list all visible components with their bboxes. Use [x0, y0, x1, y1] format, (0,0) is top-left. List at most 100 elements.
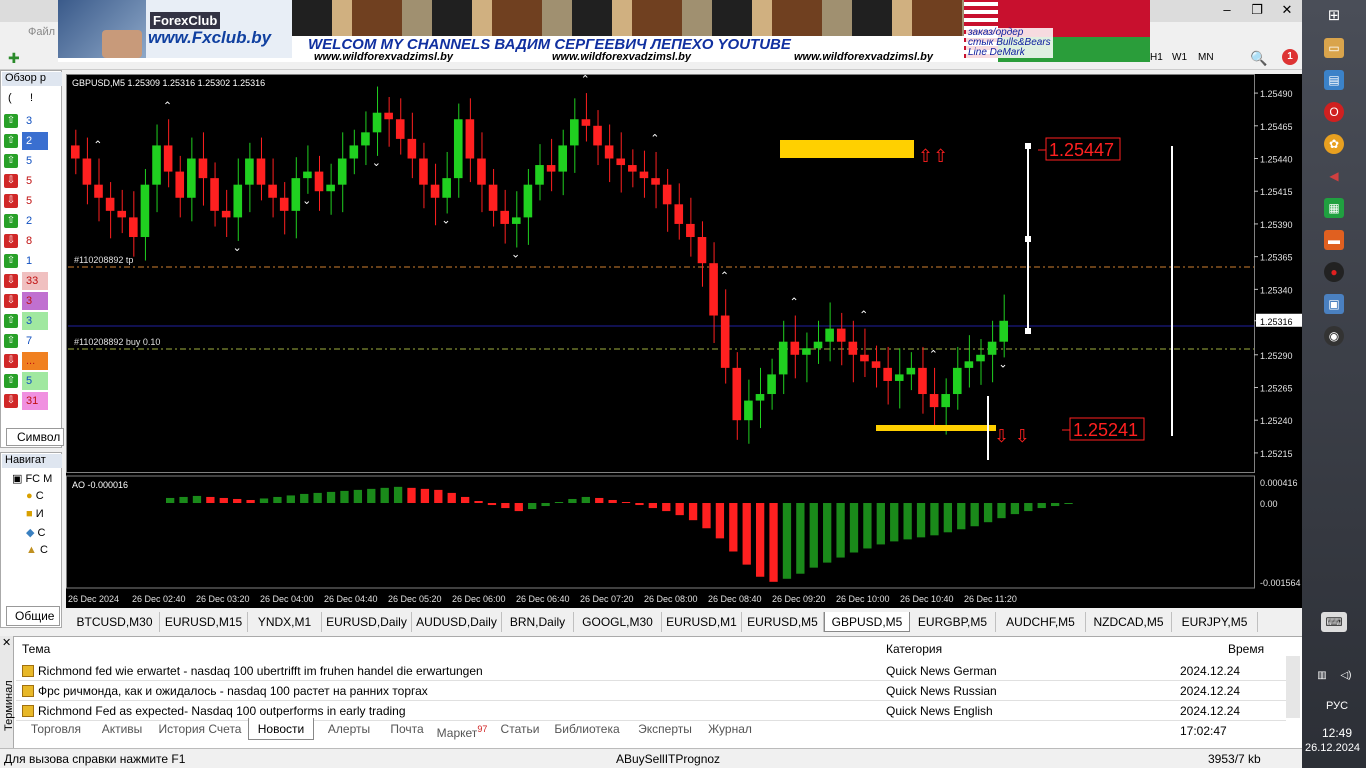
new-order-icon[interactable]: ✚	[8, 50, 20, 67]
speaker-icon[interactable]: ◀	[1324, 166, 1344, 186]
symbol-tab[interactable]: EURUSD,Daily	[322, 612, 412, 632]
candle-body	[929, 394, 939, 408]
tab-symbols[interactable]: Символ	[6, 428, 64, 446]
image-icon[interactable]: ▣	[1324, 294, 1344, 314]
symbol-tab[interactable]: NZDCAD,M5	[1086, 612, 1172, 632]
terminal-tab[interactable]: Эксперты	[628, 718, 702, 740]
col-category[interactable]: Категория	[886, 640, 942, 658]
camera-icon[interactable]: ◉	[1324, 326, 1344, 346]
windows-start-icon[interactable]: ⊞	[1324, 6, 1344, 26]
symbol-tab[interactable]: AUDCHF,M5	[996, 612, 1086, 632]
market-watch-row[interactable]: ⇧ 2	[4, 132, 58, 152]
candle-body	[303, 171, 312, 179]
market-watch-row[interactable]: ⇧ 2	[4, 212, 58, 232]
candle-body	[825, 328, 834, 342]
symbol-tab[interactable]: YNDX,M1	[248, 612, 322, 632]
app2-icon[interactable]: ▬	[1324, 230, 1344, 250]
ao-bar	[219, 497, 228, 504]
symbol-tab[interactable]: AUDUSD,Daily	[412, 612, 502, 632]
terminal-close-icon[interactable]: ✕	[2, 636, 11, 649]
news-row[interactable]: Richmond fed wie erwartet - nasdaq 100 u…	[16, 661, 1286, 698]
symbol-tab[interactable]: EURUSD,M1	[662, 612, 742, 632]
symbol-tab[interactable]: EURJPY,M5	[1172, 612, 1258, 632]
restore-button[interactable]: ❐	[1242, 2, 1272, 18]
nav-item-scripts[interactable]: ▲ С	[26, 544, 48, 562]
terminal-tab[interactable]: Новости	[248, 718, 314, 740]
clock-date[interactable]: 26.12.2024	[1305, 742, 1360, 754]
symbol-tab[interactable]: GOOGL,M30	[574, 612, 662, 632]
market-watch-row[interactable]: ⇩ 5	[4, 192, 58, 212]
ao-label: AO -0.000016	[72, 480, 128, 490]
market-watch-row[interactable]: ⇧ 3	[4, 112, 58, 132]
candle-body	[860, 354, 869, 362]
ao-bar	[916, 503, 926, 538]
market-watch-row[interactable]: ⇧ 7	[4, 332, 58, 352]
arrow-down-icon: ⇩	[4, 294, 18, 308]
ao-bar	[809, 503, 818, 568]
terminal-tab[interactable]: Алерты	[314, 718, 384, 740]
record-icon[interactable]: ●	[1324, 262, 1344, 282]
market-watch-row[interactable]: ⇩ 5	[4, 172, 58, 192]
ao-bar	[166, 497, 175, 504]
paint-icon[interactable]: ✿	[1324, 134, 1344, 154]
calculator-icon[interactable]: ▦	[1324, 198, 1344, 218]
terminal-tab[interactable]: Активы	[92, 718, 152, 740]
symbol-tab[interactable]: EURGBP,M5	[910, 612, 996, 632]
market-watch-row[interactable]: ⇩ 33	[4, 272, 58, 292]
language-indicator[interactable]: РУС	[1326, 700, 1348, 712]
network-icon[interactable]: ▥	[1312, 666, 1332, 686]
search-icon[interactable]: 🔍	[1250, 50, 1267, 67]
clock-time[interactable]: 12:49	[1322, 726, 1352, 740]
market-watch-row[interactable]: ⇧ 1	[4, 252, 58, 272]
terminal-tab[interactable]: Маркет97	[430, 718, 494, 740]
terminal-tab[interactable]: Статьи	[494, 718, 546, 740]
notification-icon[interactable]: 1	[1282, 49, 1298, 65]
market-watch-row[interactable]: ⇩ 31	[4, 392, 58, 412]
terminal-tab[interactable]: Журнал	[702, 718, 758, 740]
news-row[interactable]: Фрс ричмонда, как и ожидалось - nasdaq 1…	[16, 681, 1286, 718]
close-button[interactable]: ✕	[1272, 2, 1302, 18]
terminal-scrollbar[interactable]	[1286, 656, 1300, 718]
symbol-tab[interactable]: BRN,Daily	[502, 612, 574, 632]
nav-item-indicators[interactable]: ■ И	[26, 508, 44, 526]
market-watch-value: 3	[22, 312, 48, 330]
app-icon[interactable]: ▤	[1324, 70, 1344, 90]
timeframe-mn[interactable]: MN	[1198, 52, 1214, 63]
market-watch-row[interactable]: ⇧ 5	[4, 372, 58, 392]
keyboard-icon[interactable]: ⌨	[1321, 612, 1347, 632]
terminal-tab[interactable]: История Счета	[152, 718, 248, 740]
opera-icon[interactable]: O	[1324, 102, 1344, 122]
market-watch-row[interactable]: ⇩ 8	[4, 232, 58, 252]
symbol-tab[interactable]: EURUSD,M5	[742, 612, 824, 632]
terminal-tab[interactable]: Почта	[384, 718, 430, 740]
minimize-button[interactable]: –	[1212, 2, 1242, 17]
price-chart[interactable]: 1.25490 1.25465 1.25440 1.25415 1.25390 1.253…	[66, 74, 1302, 608]
navigator-title: Навигат	[2, 454, 62, 468]
nav-item-account[interactable]: ▣ FC M	[12, 472, 52, 490]
symbol-tab[interactable]: BTCUSD,M30	[70, 612, 160, 632]
timeframe-w1[interactable]: W1	[1172, 52, 1187, 63]
explorer-icon[interactable]: ▭	[1324, 38, 1344, 58]
terminal-tab[interactable]: Библиотека	[546, 718, 628, 740]
market-watch-row[interactable]: ⇧ 3	[4, 312, 58, 332]
symbol-tab[interactable]: GBPUSD,M5	[824, 612, 910, 632]
tab-common[interactable]: Общие	[6, 606, 60, 626]
arrow-down-icon: ⇩ ⇩	[994, 426, 1030, 447]
nav-item-experts[interactable]: ◆ С	[26, 526, 45, 544]
volume-icon[interactable]: ◁)	[1336, 666, 1356, 686]
col-subject[interactable]: Тема	[22, 640, 50, 658]
menu-file[interactable]: Файл	[28, 26, 55, 38]
symbol-tab[interactable]: EURUSD,M15	[160, 612, 248, 632]
arrow-down-icon: ⇩	[4, 274, 18, 288]
terminal-tab[interactable]: Торговля	[20, 718, 92, 740]
timeframe-h1[interactable]: H1	[1150, 52, 1163, 63]
range-handle-top	[1025, 143, 1031, 149]
market-watch-row[interactable]: ⇩ 3	[4, 292, 58, 312]
market-watch-row[interactable]: ⇩...	[4, 352, 58, 372]
x-tick-label: 26 Dec 10:40	[900, 594, 954, 604]
market-watch-row[interactable]: ⇧ 5	[4, 152, 58, 172]
banner-site-3: www.wildforexvadzimsl.by	[794, 51, 933, 62]
nav-item-accounts[interactable]: ● С	[26, 490, 44, 508]
col-time[interactable]: Время	[1228, 640, 1264, 658]
candle-body	[152, 145, 161, 185]
